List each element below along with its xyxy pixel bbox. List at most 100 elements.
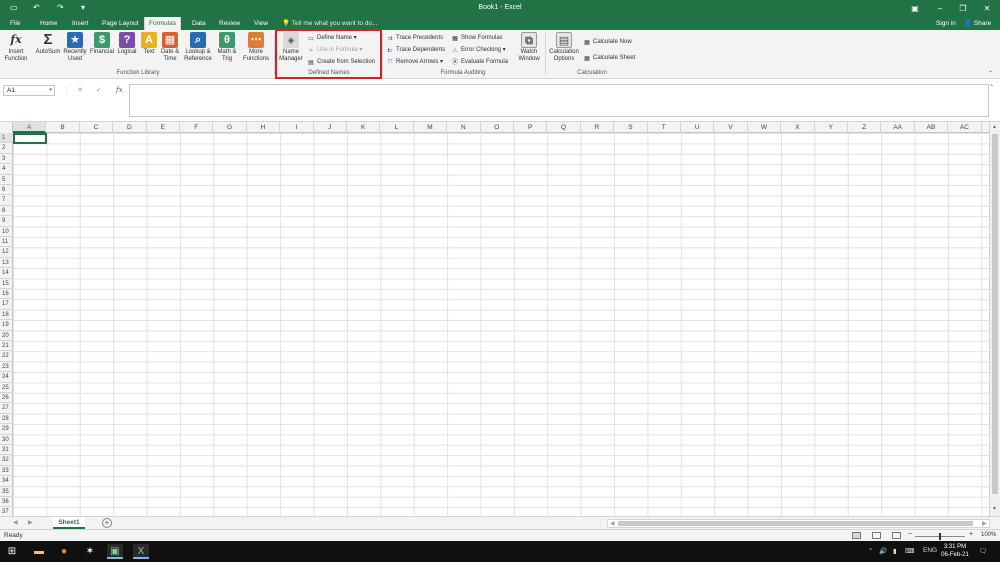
scroll-up-icon[interactable]: ▲ <box>992 124 997 130</box>
scroll-right-icon[interactable]: ▶ <box>982 520 987 527</box>
row-header-37[interactable]: 37 <box>0 507 13 516</box>
tab-split-icon[interactable]: ⋮ <box>598 519 604 526</box>
column-header-x[interactable]: X <box>781 122 815 133</box>
ribbon-display-options-icon[interactable]: ▣ <box>906 2 924 15</box>
column-header-e[interactable]: E <box>147 122 180 133</box>
row-header-19[interactable]: 19 <box>0 320 13 331</box>
column-header-i[interactable]: I <box>280 122 314 133</box>
row-header-27[interactable]: 27 <box>0 403 13 414</box>
app-icon[interactable]: ✶ <box>82 544 98 559</box>
tab-home[interactable]: Home <box>36 17 61 30</box>
column-header-j[interactable]: J <box>314 122 347 133</box>
prev-sheet-icon[interactable]: ◀ <box>13 519 18 526</box>
row-header-22[interactable]: 22 <box>0 351 13 362</box>
more-functions-button[interactable]: ⋯ More Functions <box>240 32 272 63</box>
row-header-10[interactable]: 10 <box>0 227 13 237</box>
column-header-ab[interactable]: AB <box>915 122 949 133</box>
trace-dependents-button[interactable]: ⇇ Trace Dependents <box>386 46 445 55</box>
column-header-f[interactable]: F <box>180 122 214 133</box>
column-header-z[interactable]: Z <box>848 122 882 133</box>
logical-button[interactable]: ? Logical <box>116 32 138 56</box>
tray-arrow-icon[interactable]: ⌃ <box>868 547 873 555</box>
row-header-2[interactable]: 2 <box>0 143 13 154</box>
watch-window-button[interactable]: ⧉ Watch Window <box>515 32 543 63</box>
close-icon[interactable]: ✕ <box>978 2 996 15</box>
column-header-y[interactable]: Y <box>815 122 848 133</box>
row-header-3[interactable]: 3 <box>0 154 13 165</box>
vertical-scrollbar[interactable]: ▲ ▼ <box>989 122 1000 516</box>
column-header-v[interactable]: V <box>714 122 748 133</box>
collapse-ribbon-icon[interactable]: ⌃ <box>988 70 993 78</box>
tab-review[interactable]: Review <box>215 17 244 30</box>
column-header-k[interactable]: K <box>347 122 381 133</box>
row-header-20[interactable]: 20 <box>0 331 13 341</box>
autosum-button[interactable]: Σ AutoSum <box>34 32 62 56</box>
tab-insert[interactable]: Insert <box>68 17 92 30</box>
row-header-7[interactable]: 7 <box>0 195 13 206</box>
excel-window-icon[interactable]: X <box>133 544 149 559</box>
keyboard-icon[interactable]: ⌨ <box>905 547 914 555</box>
column-header-s[interactable]: S <box>614 122 648 133</box>
zoom-in-icon[interactable]: + <box>969 531 973 538</box>
column-header-aa[interactable]: AA <box>881 122 915 133</box>
cancel-icon[interactable]: ✕ <box>77 86 83 94</box>
row-header-32[interactable]: 32 <box>0 455 13 466</box>
column-header-d[interactable]: D <box>113 122 147 133</box>
column-header-l[interactable]: L <box>380 122 414 133</box>
tab-view[interactable]: View <box>250 17 272 30</box>
insert-function-button[interactable]: fx Insert Function <box>3 32 29 63</box>
lookup-reference-button[interactable]: ⌕ Lookup & Reference <box>182 32 214 63</box>
windows-start-icon[interactable]: ⊞ <box>4 544 20 559</box>
row-header-21[interactable]: 21 <box>0 341 13 352</box>
vertical-scroll-thumb[interactable] <box>992 134 998 494</box>
row-header-17[interactable]: 17 <box>0 299 13 310</box>
math-trig-button[interactable]: θ Math & Trig <box>215 32 239 63</box>
row-header-16[interactable]: 16 <box>0 289 13 300</box>
remove-arrows-button[interactable]: ⤧ Remove Arrows ▾ <box>386 58 443 67</box>
row-header-5[interactable]: 5 <box>0 175 13 185</box>
text-button[interactable]: A Text <box>140 32 158 56</box>
row-header-15[interactable]: 15 <box>0 279 13 289</box>
column-header-g[interactable]: G <box>213 122 247 133</box>
tab-file[interactable]: File <box>6 17 24 30</box>
row-header-28[interactable]: 28 <box>0 414 13 425</box>
column-header-c[interactable]: C <box>80 122 114 133</box>
zoom-out-icon[interactable]: − <box>908 531 912 538</box>
row-header-33[interactable]: 33 <box>0 466 13 477</box>
enter-icon[interactable]: ✓ <box>96 86 102 94</box>
column-header-q[interactable]: Q <box>547 122 581 133</box>
trace-precedents-button[interactable]: ⇉ Trace Precedents <box>386 34 443 43</box>
row-header-1[interactable]: 1 <box>0 133 13 144</box>
row-header-31[interactable]: 31 <box>0 445 13 456</box>
row-header-9[interactable]: 9 <box>0 216 13 227</box>
column-header-m[interactable]: M <box>414 122 448 133</box>
cells-area[interactable] <box>13 133 989 516</box>
firefox-icon[interactable]: ● <box>56 544 72 559</box>
financial-button[interactable]: $ Financial <box>89 32 115 56</box>
date-time-button[interactable]: ▦ Date & Time <box>159 32 181 63</box>
share-button[interactable]: 👤 Share <box>964 17 991 30</box>
normal-view-icon[interactable] <box>852 532 861 539</box>
row-header-12[interactable]: 12 <box>0 247 13 258</box>
sheet-tab-sheet1[interactable]: Sheet1 <box>53 517 85 529</box>
page-break-view-icon[interactable] <box>892 532 901 539</box>
tab-page-layout[interactable]: Page Layout <box>98 17 143 30</box>
network-icon[interactable]: ▮ <box>893 547 897 555</box>
formula-input[interactable] <box>129 84 989 117</box>
horizontal-scroll-thumb[interactable] <box>618 521 973 526</box>
insert-function-icon[interactable]: fx <box>116 86 123 94</box>
scroll-left-icon[interactable]: ◀ <box>610 520 615 527</box>
zoom-level[interactable]: 100% <box>981 532 996 538</box>
row-header-35[interactable]: 35 <box>0 487 13 497</box>
tab-formulas[interactable]: Formulas <box>144 17 182 30</box>
column-header-ac[interactable]: AC <box>948 122 982 133</box>
select-all-corner[interactable] <box>0 122 13 133</box>
column-header-w[interactable]: W <box>748 122 782 133</box>
active-cell[interactable] <box>13 133 47 144</box>
sign-in-link[interactable]: Sign in <box>936 17 956 30</box>
recently-used-button[interactable]: ★ Recently Used <box>62 32 88 63</box>
column-header-o[interactable]: O <box>481 122 514 133</box>
column-header-u[interactable]: U <box>681 122 715 133</box>
column-header-n[interactable]: N <box>447 122 481 133</box>
volume-icon[interactable]: 🔊 <box>879 547 887 555</box>
